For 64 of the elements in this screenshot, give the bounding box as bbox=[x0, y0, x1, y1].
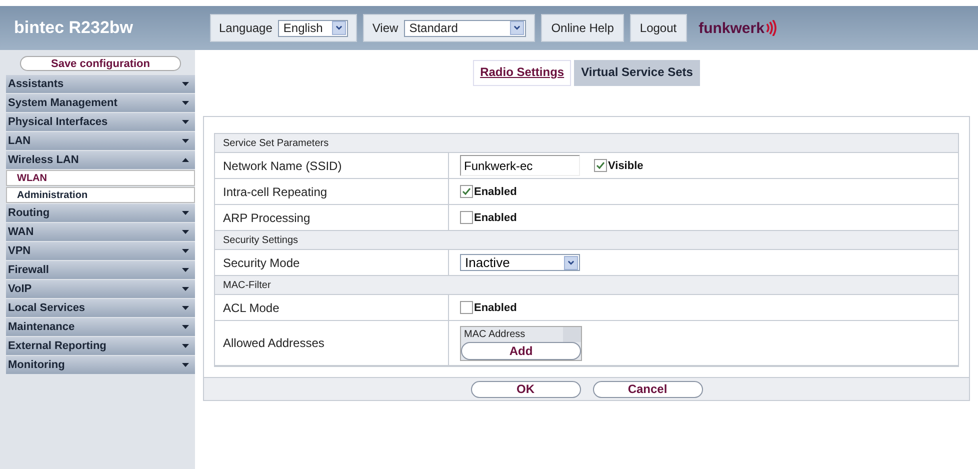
checkbox-label: Visible bbox=[608, 160, 644, 172]
caret-down-icon bbox=[182, 211, 189, 215]
menu-item[interactable]: Firewall bbox=[6, 261, 195, 279]
menu-item[interactable]: VPN bbox=[6, 242, 195, 260]
logo-text: funkwerk bbox=[698, 20, 764, 36]
caret-down-icon bbox=[182, 101, 189, 105]
field-label: ACL Mode bbox=[215, 295, 449, 320]
tab[interactable]: Radio Settings bbox=[473, 60, 572, 86]
product-name: bintec R232bw bbox=[14, 18, 134, 38]
caret-down-icon bbox=[182, 344, 189, 348]
menu-item[interactable]: Local Services bbox=[6, 299, 195, 317]
submenu-item[interactable]: Administration bbox=[6, 187, 195, 203]
checkbox[interactable] bbox=[460, 211, 473, 224]
checkbox-label: Enabled bbox=[474, 212, 517, 224]
menu-item[interactable]: Routing bbox=[6, 204, 195, 222]
security-mode-select[interactable]: Inactive bbox=[460, 254, 580, 271]
caret-down-icon bbox=[182, 287, 189, 291]
menu-item[interactable]: VoIP bbox=[6, 280, 195, 298]
checkbox-label: Enabled bbox=[474, 186, 517, 198]
waves-icon bbox=[765, 20, 778, 36]
view-label: View bbox=[372, 21, 398, 35]
menu-item[interactable]: WAN bbox=[6, 223, 195, 241]
field-label: Network Name (SSID) bbox=[215, 153, 449, 178]
caret-down-icon bbox=[182, 120, 189, 124]
submenu-item[interactable]: WLAN bbox=[6, 170, 195, 186]
menu-item[interactable]: Maintenance bbox=[6, 318, 195, 336]
caret-down-icon bbox=[182, 268, 189, 272]
section-header: MAC-Filter bbox=[215, 276, 958, 295]
checkbox[interactable] bbox=[460, 301, 473, 314]
menu-item[interactable]: System Management bbox=[6, 94, 195, 112]
menu-item[interactable]: Wireless LAN bbox=[6, 151, 195, 169]
caret-down-icon bbox=[182, 306, 189, 310]
caret-down-icon bbox=[182, 249, 189, 253]
caret-up-icon bbox=[182, 158, 189, 162]
header-button[interactable]: Online Help bbox=[541, 14, 624, 42]
add-button[interactable]: Add bbox=[461, 342, 581, 360]
save-configuration-button[interactable]: Save configuration bbox=[20, 56, 181, 71]
action-button[interactable]: OK bbox=[470, 380, 580, 398]
caret-down-icon bbox=[182, 363, 189, 367]
view-select[interactable]: Standard bbox=[404, 20, 526, 36]
menu-item[interactable]: Physical Interfaces bbox=[6, 113, 195, 131]
caret-down-icon bbox=[182, 82, 189, 86]
section-header: Service Set Parameters bbox=[215, 134, 958, 153]
language-select[interactable]: English bbox=[278, 20, 348, 36]
checkbox-label: Enabled bbox=[474, 302, 517, 314]
menu-item[interactable]: LAN bbox=[6, 132, 195, 150]
menu-item[interactable]: Assistants bbox=[6, 75, 195, 93]
menu-item[interactable]: Monitoring bbox=[6, 356, 195, 374]
tab[interactable]: Virtual Service Sets bbox=[574, 60, 700, 86]
action-button[interactable]: Cancel bbox=[592, 380, 702, 398]
field-label: Intra-cell Repeating bbox=[215, 179, 449, 204]
caret-down-icon bbox=[182, 325, 189, 329]
ssid-field[interactable]: Funkwerk-ec bbox=[460, 155, 580, 176]
menu-item[interactable]: External Reporting bbox=[6, 337, 195, 355]
section-header: Security Settings bbox=[215, 231, 958, 250]
language-label: Language bbox=[219, 21, 272, 35]
checkbox[interactable] bbox=[460, 185, 473, 198]
field-label: ARP Processing bbox=[215, 205, 449, 230]
header-button[interactable]: Logout bbox=[630, 14, 687, 42]
field-label: Allowed Addresses bbox=[215, 321, 449, 365]
caret-down-icon bbox=[182, 139, 189, 143]
caret-down-icon bbox=[182, 230, 189, 234]
checkbox[interactable] bbox=[594, 159, 607, 172]
field-label: Security Mode bbox=[215, 250, 449, 275]
